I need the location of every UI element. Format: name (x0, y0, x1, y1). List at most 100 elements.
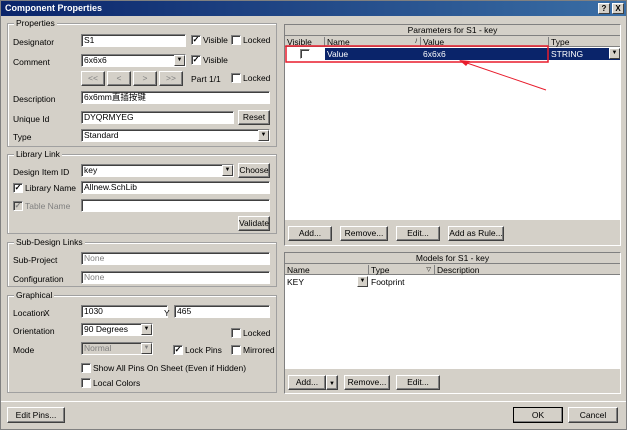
chevron-down-icon: ▼ (329, 381, 335, 387)
cancel-button[interactable]: Cancel (568, 407, 618, 423)
parameter-visible-cell[interactable] (285, 48, 325, 60)
model-row[interactable]: KEY ▼ Footprint (285, 276, 620, 288)
mode-select[interactable]: Normal ▼ (81, 342, 153, 355)
part-indicator: Part 1/1 (191, 74, 221, 84)
col-visible[interactable]: Visible (285, 37, 325, 47)
choose-button[interactable]: Choose (238, 163, 270, 178)
unique-id-label: Unique Id (13, 114, 50, 124)
graphical-group-title: Graphical (14, 290, 55, 301)
component-properties-dialog: Component Properties ? X Properties Desi… (0, 0, 627, 430)
chevron-down-icon[interactable]: ▼ (174, 55, 185, 66)
comment-select[interactable]: 6x6x6 ▼ (81, 54, 186, 67)
model-edit-button[interactable]: Edit... (396, 375, 440, 390)
part-last-button[interactable]: >> (159, 71, 183, 86)
part-locked-checkbox[interactable] (231, 73, 241, 83)
chevron-down-icon[interactable]: ▼ (357, 276, 368, 287)
chevron-down-icon[interactable]: ▼ (141, 343, 152, 354)
model-add-button[interactable]: Add... (288, 375, 326, 390)
part-locked-label: Locked (243, 73, 271, 83)
help-button[interactable]: ? (598, 3, 610, 14)
col-type[interactable]: Type (549, 37, 620, 47)
properties-group-title: Properties (14, 18, 57, 29)
parameter-name-cell[interactable]: Value (325, 48, 421, 60)
show-all-pins-label: Show All Pins On Sheet (Even if Hidden) (93, 363, 247, 373)
chevron-down-icon[interactable]: ▼ (141, 324, 152, 335)
designator-visible-checkbox[interactable]: ✓ (191, 35, 201, 45)
parameter-row[interactable]: Value 6x6x6 STRING ▼ (285, 48, 620, 61)
library-name-input[interactable]: Allnew.SchLib (81, 181, 270, 194)
parameters-panel: Parameters for S1 - key Visible Name / V… (284, 24, 621, 246)
design-item-value: key (84, 165, 98, 175)
description-label: Description (13, 94, 56, 104)
designator-input[interactable]: S1 (81, 34, 186, 47)
models-panel: Models for S1 - key Name Type ▽ Descript… (284, 252, 621, 394)
close-button[interactable]: X (612, 3, 624, 14)
table-name-input[interactable] (81, 199, 270, 212)
model-col-type[interactable]: Type ▽ (369, 265, 435, 275)
model-col-type-label: Type (371, 265, 390, 275)
title-bar: Component Properties (1, 1, 626, 16)
chevron-down-icon[interactable]: ▼ (258, 130, 269, 141)
mode-label: Mode (13, 345, 35, 355)
model-name-value: KEY (287, 277, 305, 287)
param-edit-button[interactable]: Edit... (396, 226, 440, 241)
param-remove-button[interactable]: Remove... (340, 226, 388, 241)
location-x-input[interactable]: 1030 (81, 305, 168, 318)
type-value: Standard (84, 130, 119, 140)
lock-pins-checkbox[interactable]: ✓ (173, 345, 183, 355)
design-item-select[interactable]: key ▼ (81, 164, 234, 177)
part-prev-button[interactable]: < (107, 71, 131, 86)
design-item-label: Design Item ID (13, 167, 70, 177)
model-description-cell[interactable] (435, 276, 620, 288)
description-input[interactable]: 6x6mm直插按键 (81, 91, 270, 104)
ok-button[interactable]: OK (513, 407, 563, 423)
comment-visible-checkbox[interactable]: ✓ (191, 55, 201, 65)
validate-button[interactable]: Validate (238, 216, 270, 231)
model-remove-button[interactable]: Remove... (344, 375, 390, 390)
comment-value: 6x6x6 (84, 55, 107, 65)
sub-design-group-title: Sub-Design Links (14, 237, 85, 248)
model-name-cell[interactable]: KEY ▼ (285, 276, 369, 288)
sub-project-label: Sub-Project (13, 255, 58, 265)
part-next-button[interactable]: > (133, 71, 157, 86)
part-first-button[interactable]: << (81, 71, 105, 86)
edit-pins-button[interactable]: Edit Pins... (7, 407, 65, 423)
local-colors-label: Local Colors (93, 378, 141, 388)
chevron-down-icon[interactable]: ▼ (609, 48, 620, 59)
type-label: Type (13, 132, 32, 142)
location-y-input[interactable]: 465 (174, 305, 270, 318)
configuration-input[interactable]: None (81, 271, 270, 284)
chevron-down-icon[interactable]: ▼ (222, 165, 233, 176)
location-y-label: Y (164, 308, 170, 318)
library-name-label: Library Name (25, 183, 77, 193)
model-add-dropdown[interactable]: ▼ (326, 375, 338, 390)
show-all-pins-checkbox[interactable] (81, 363, 91, 373)
parameter-value-cell[interactable]: 6x6x6 (421, 48, 549, 60)
type-select[interactable]: Standard ▼ (81, 129, 270, 142)
model-col-description[interactable]: Description (435, 265, 620, 275)
library-name-checkbox[interactable]: ✓ (13, 183, 23, 193)
orientation-select[interactable]: 90 Degrees ▼ (81, 323, 153, 336)
location-x-label: X (44, 308, 50, 318)
col-value[interactable]: Value (421, 37, 549, 47)
graphical-locked-checkbox[interactable] (231, 328, 241, 338)
designator-label: Designator (13, 37, 55, 47)
designator-locked-checkbox[interactable] (231, 35, 241, 45)
parameter-type-cell[interactable]: STRING ▼ (549, 48, 620, 60)
table-name-checkbox[interactable]: ✓ (13, 201, 23, 211)
model-col-name[interactable]: Name (285, 265, 369, 275)
param-add-button[interactable]: Add... (288, 226, 332, 241)
model-type-cell[interactable]: Footprint (369, 276, 435, 288)
reset-button[interactable]: Reset (238, 110, 270, 125)
unique-id-input[interactable]: DYQRMYEG (81, 111, 234, 124)
designator-locked-label: Locked (243, 35, 271, 45)
local-colors-checkbox[interactable] (81, 378, 91, 388)
comment-visible-label: Visible (203, 55, 228, 65)
param-add-as-rule-button[interactable]: Add as Rule... (448, 226, 504, 241)
col-name[interactable]: Name / (325, 37, 421, 47)
sub-project-input[interactable]: None (81, 252, 270, 265)
orientation-label: Orientation (13, 326, 55, 336)
mirrored-checkbox[interactable] (231, 345, 241, 355)
parameter-visible-checkbox[interactable] (300, 49, 310, 59)
location-label: Location (13, 308, 46, 318)
